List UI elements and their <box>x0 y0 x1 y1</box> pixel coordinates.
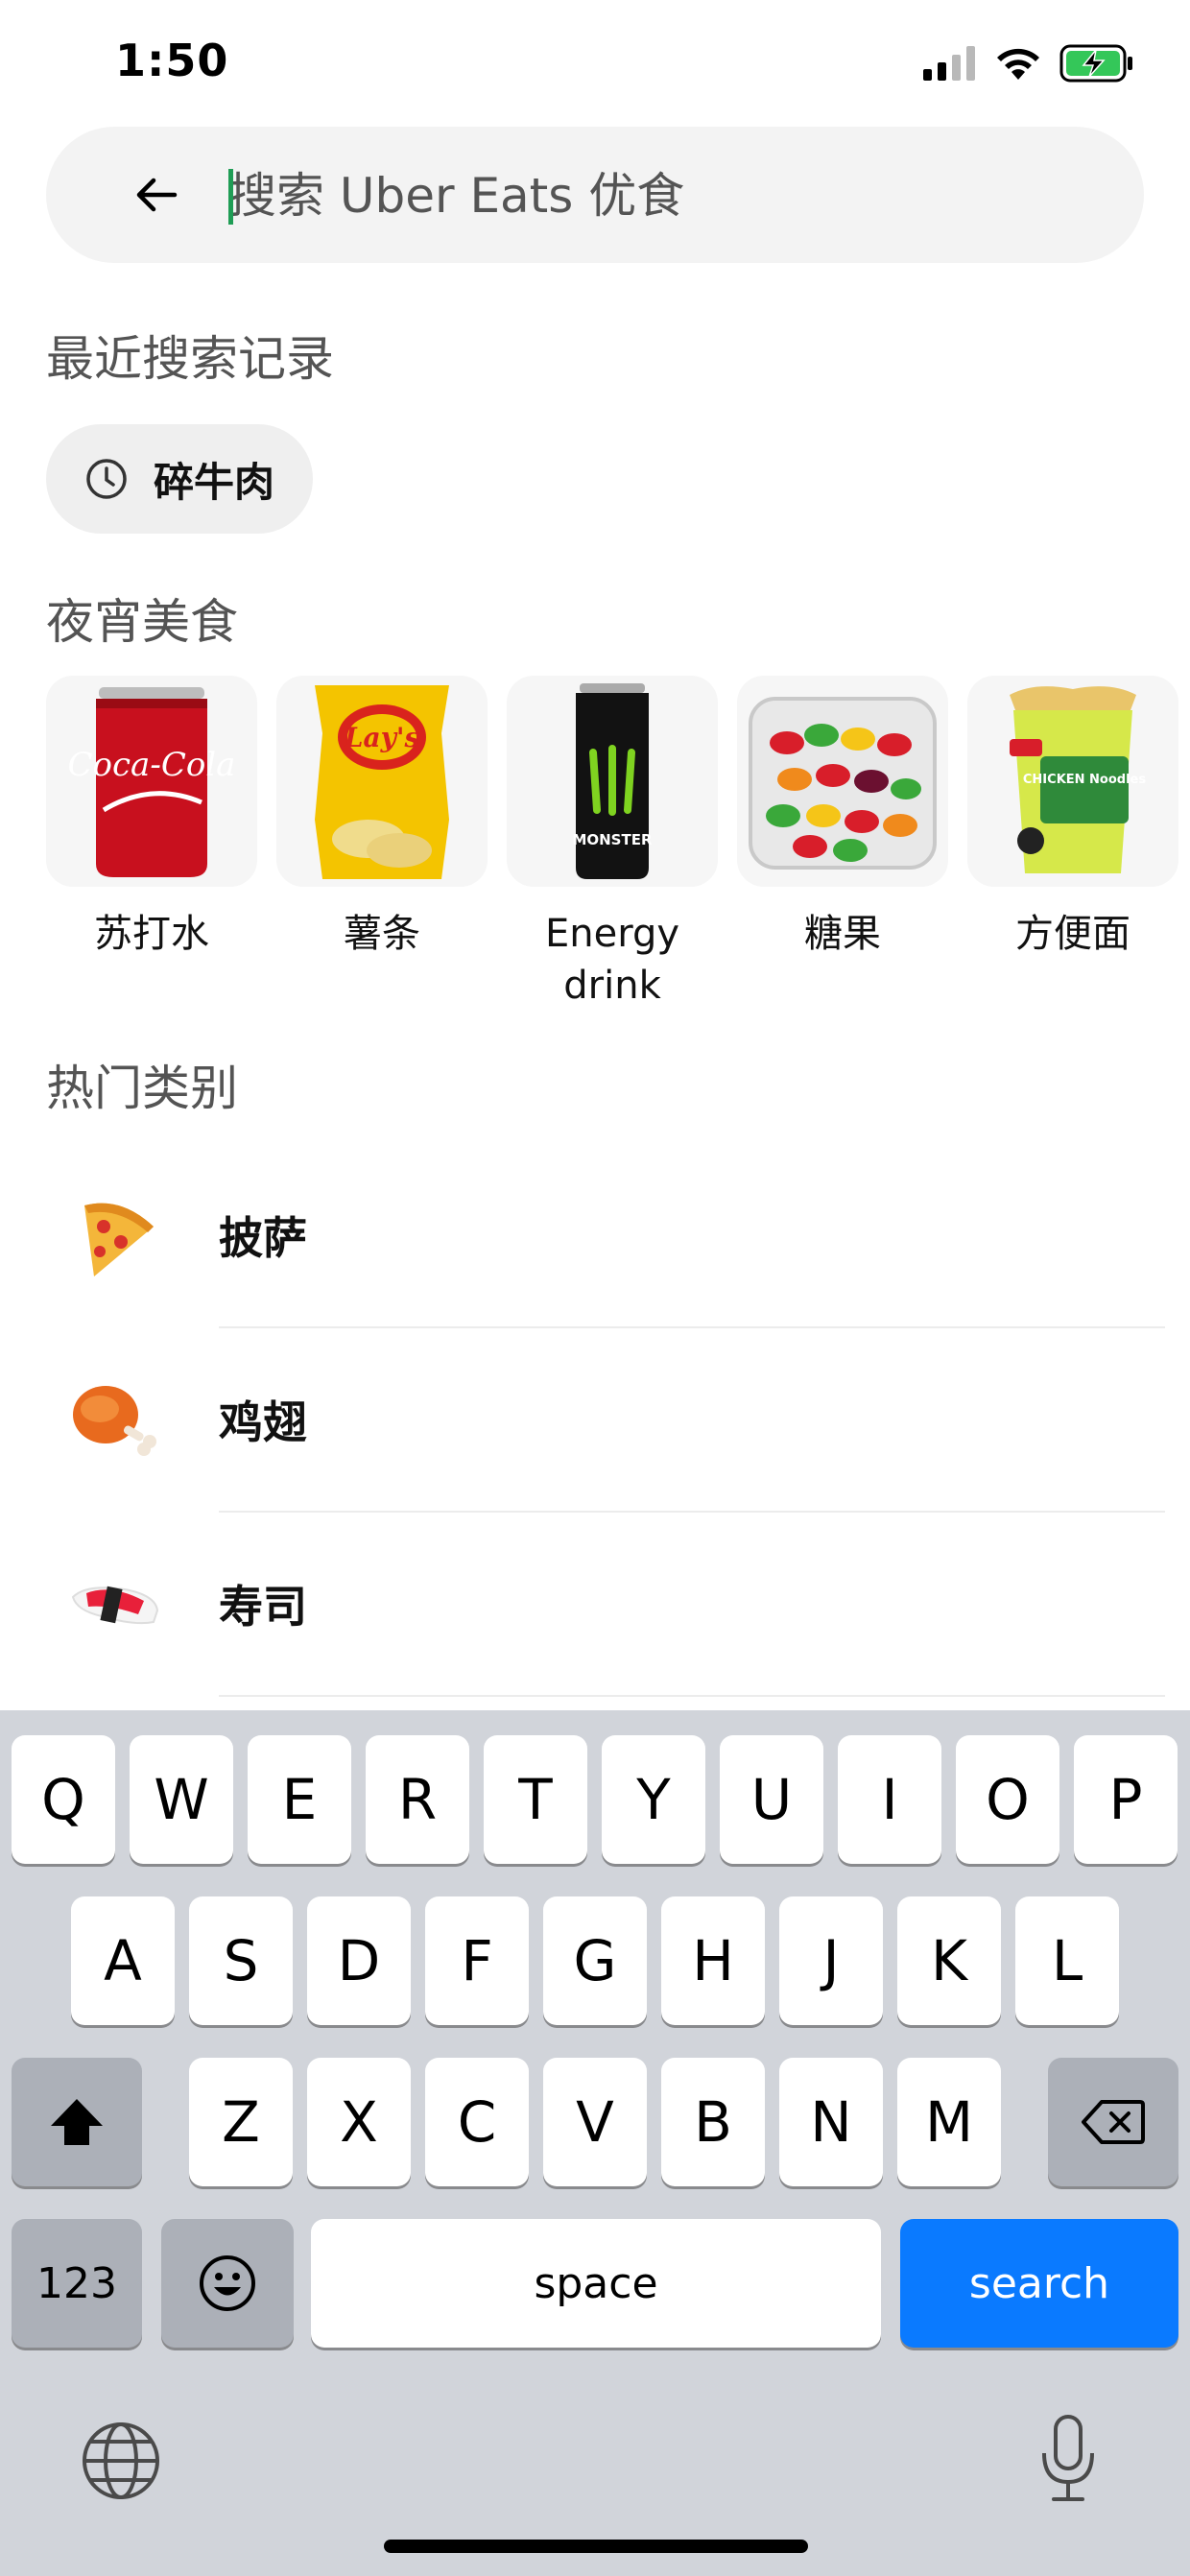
key-y[interactable]: Y <box>602 1735 705 1864</box>
key-v[interactable]: V <box>543 2058 647 2186</box>
key-r[interactable]: R <box>366 1735 469 1864</box>
category-label-sushi: 寿司 <box>219 1581 307 1633</box>
pizza-icon <box>84 1203 154 1276</box>
numbers-key[interactable]: 123 <box>12 2219 142 2348</box>
status-time: 1:50 <box>115 35 229 86</box>
key-f[interactable]: F <box>425 1896 529 2025</box>
status-icons <box>923 42 1134 84</box>
emoji-key[interactable] <box>161 2219 294 2348</box>
late-night-item-soda[interactable]: Coca-Cola <box>46 676 257 887</box>
emoji-icon <box>200 2255 255 2311</box>
candy-tub-icon <box>749 697 937 870</box>
microphone-icon[interactable] <box>1036 2413 1100 2505</box>
key-d[interactable]: D <box>307 1896 411 2025</box>
key-a[interactable]: A <box>71 1896 175 2025</box>
key-z[interactable]: Z <box>189 2058 293 2186</box>
key-o[interactable]: O <box>956 1735 1059 1864</box>
key-g[interactable]: G <box>543 1896 647 2025</box>
key-b[interactable]: B <box>661 2058 765 2186</box>
late-night-label-noodles: 方便面 <box>1015 912 1130 956</box>
late-night-label-candy: 糖果 <box>804 912 881 956</box>
category-item-sushi[interactable]: 寿司 <box>0 1513 1190 1697</box>
key-k[interactable]: K <box>897 1896 1001 2025</box>
key-x[interactable]: X <box>307 2058 411 2186</box>
search-input[interactable] <box>228 157 1092 234</box>
space-key[interactable]: space <box>311 2219 881 2348</box>
svg-text:MONSTER: MONSTER <box>572 831 653 848</box>
key-m[interactable]: M <box>897 2058 1001 2186</box>
recent-search-chip[interactable]: 碎牛肉 <box>46 424 313 534</box>
key-i[interactable]: I <box>838 1735 941 1864</box>
chips-bag-icon: Lay's <box>315 685 449 879</box>
category-divider <box>219 1695 1165 1697</box>
key-q[interactable]: Q <box>12 1735 115 1864</box>
late-night-label-chips: 薯条 <box>344 912 420 956</box>
globe-icon[interactable] <box>81 2421 161 2501</box>
svg-text:Lay's: Lay's <box>344 722 420 753</box>
back-arrow-icon[interactable] <box>134 173 178 217</box>
status-bar: 1:50 <box>0 0 1190 125</box>
soda-can-icon: Coca-Cola <box>68 687 236 877</box>
key-n[interactable]: N <box>779 2058 883 2186</box>
late-night-item-chips[interactable]: Lay's <box>276 676 488 887</box>
late-night-label-soda: 苏打水 <box>94 912 209 956</box>
key-w[interactable]: W <box>130 1735 233 1864</box>
clock-icon <box>86 459 127 499</box>
category-label-pizza: 披萨 <box>219 1212 307 1264</box>
key-c[interactable]: C <box>425 2058 529 2186</box>
sushi-icon <box>71 1586 159 1625</box>
search-bar[interactable] <box>46 127 1144 263</box>
late-night-title: 夜宵美食 <box>46 594 238 650</box>
key-e[interactable]: E <box>248 1735 351 1864</box>
home-indicator[interactable] <box>384 2540 808 2553</box>
energy-drink-icon: MONSTER <box>572 683 653 879</box>
key-h[interactable]: H <box>661 1896 765 2025</box>
chicken-wing-icon <box>73 1386 156 1456</box>
late-night-item-noodles[interactable]: CHICKEN Noodles <box>967 676 1178 887</box>
late-night-item-energy-drink[interactable]: MONSTER <box>507 676 718 887</box>
category-item-pizza[interactable]: 披萨 <box>0 1144 1190 1328</box>
late-night-label-energy-drink: Energy drink <box>544 912 680 1008</box>
key-l[interactable]: L <box>1015 1896 1119 2025</box>
keyboard: Q W E R T Y U I O P A S D F G H J K L Z … <box>0 1710 1190 2576</box>
category-item-chicken-wings[interactable]: 鸡翅 <box>0 1328 1190 1513</box>
recent-search-label: 碎牛肉 <box>154 458 275 506</box>
noodle-cup-icon: CHICKEN Noodles <box>1010 686 1146 873</box>
key-j[interactable]: J <box>779 1896 883 2025</box>
wifi-icon <box>997 48 1039 80</box>
cellular-signal-icon <box>923 46 975 81</box>
search-key[interactable]: search <box>900 2219 1178 2348</box>
shift-key[interactable] <box>12 2058 142 2186</box>
shift-icon <box>51 2099 103 2145</box>
text-cursor <box>228 169 233 225</box>
svg-text:CHICKEN Noodles: CHICKEN Noodles <box>1023 773 1146 787</box>
key-u[interactable]: U <box>720 1735 823 1864</box>
key-t[interactable]: T <box>484 1735 587 1864</box>
category-label-chicken-wings: 鸡翅 <box>219 1396 307 1448</box>
backspace-icon <box>1082 2100 1145 2144</box>
late-night-item-candy[interactable] <box>737 676 948 887</box>
recent-searches-title: 最近搜索记录 <box>46 331 334 387</box>
delete-key[interactable] <box>1048 2058 1178 2186</box>
battery-charging-icon <box>1059 44 1132 83</box>
svg-text:Coca-Cola: Coca-Cola <box>68 746 236 784</box>
key-p[interactable]: P <box>1074 1735 1178 1864</box>
popular-categories-title: 热门类别 <box>46 1061 238 1116</box>
key-s[interactable]: S <box>189 1896 293 2025</box>
